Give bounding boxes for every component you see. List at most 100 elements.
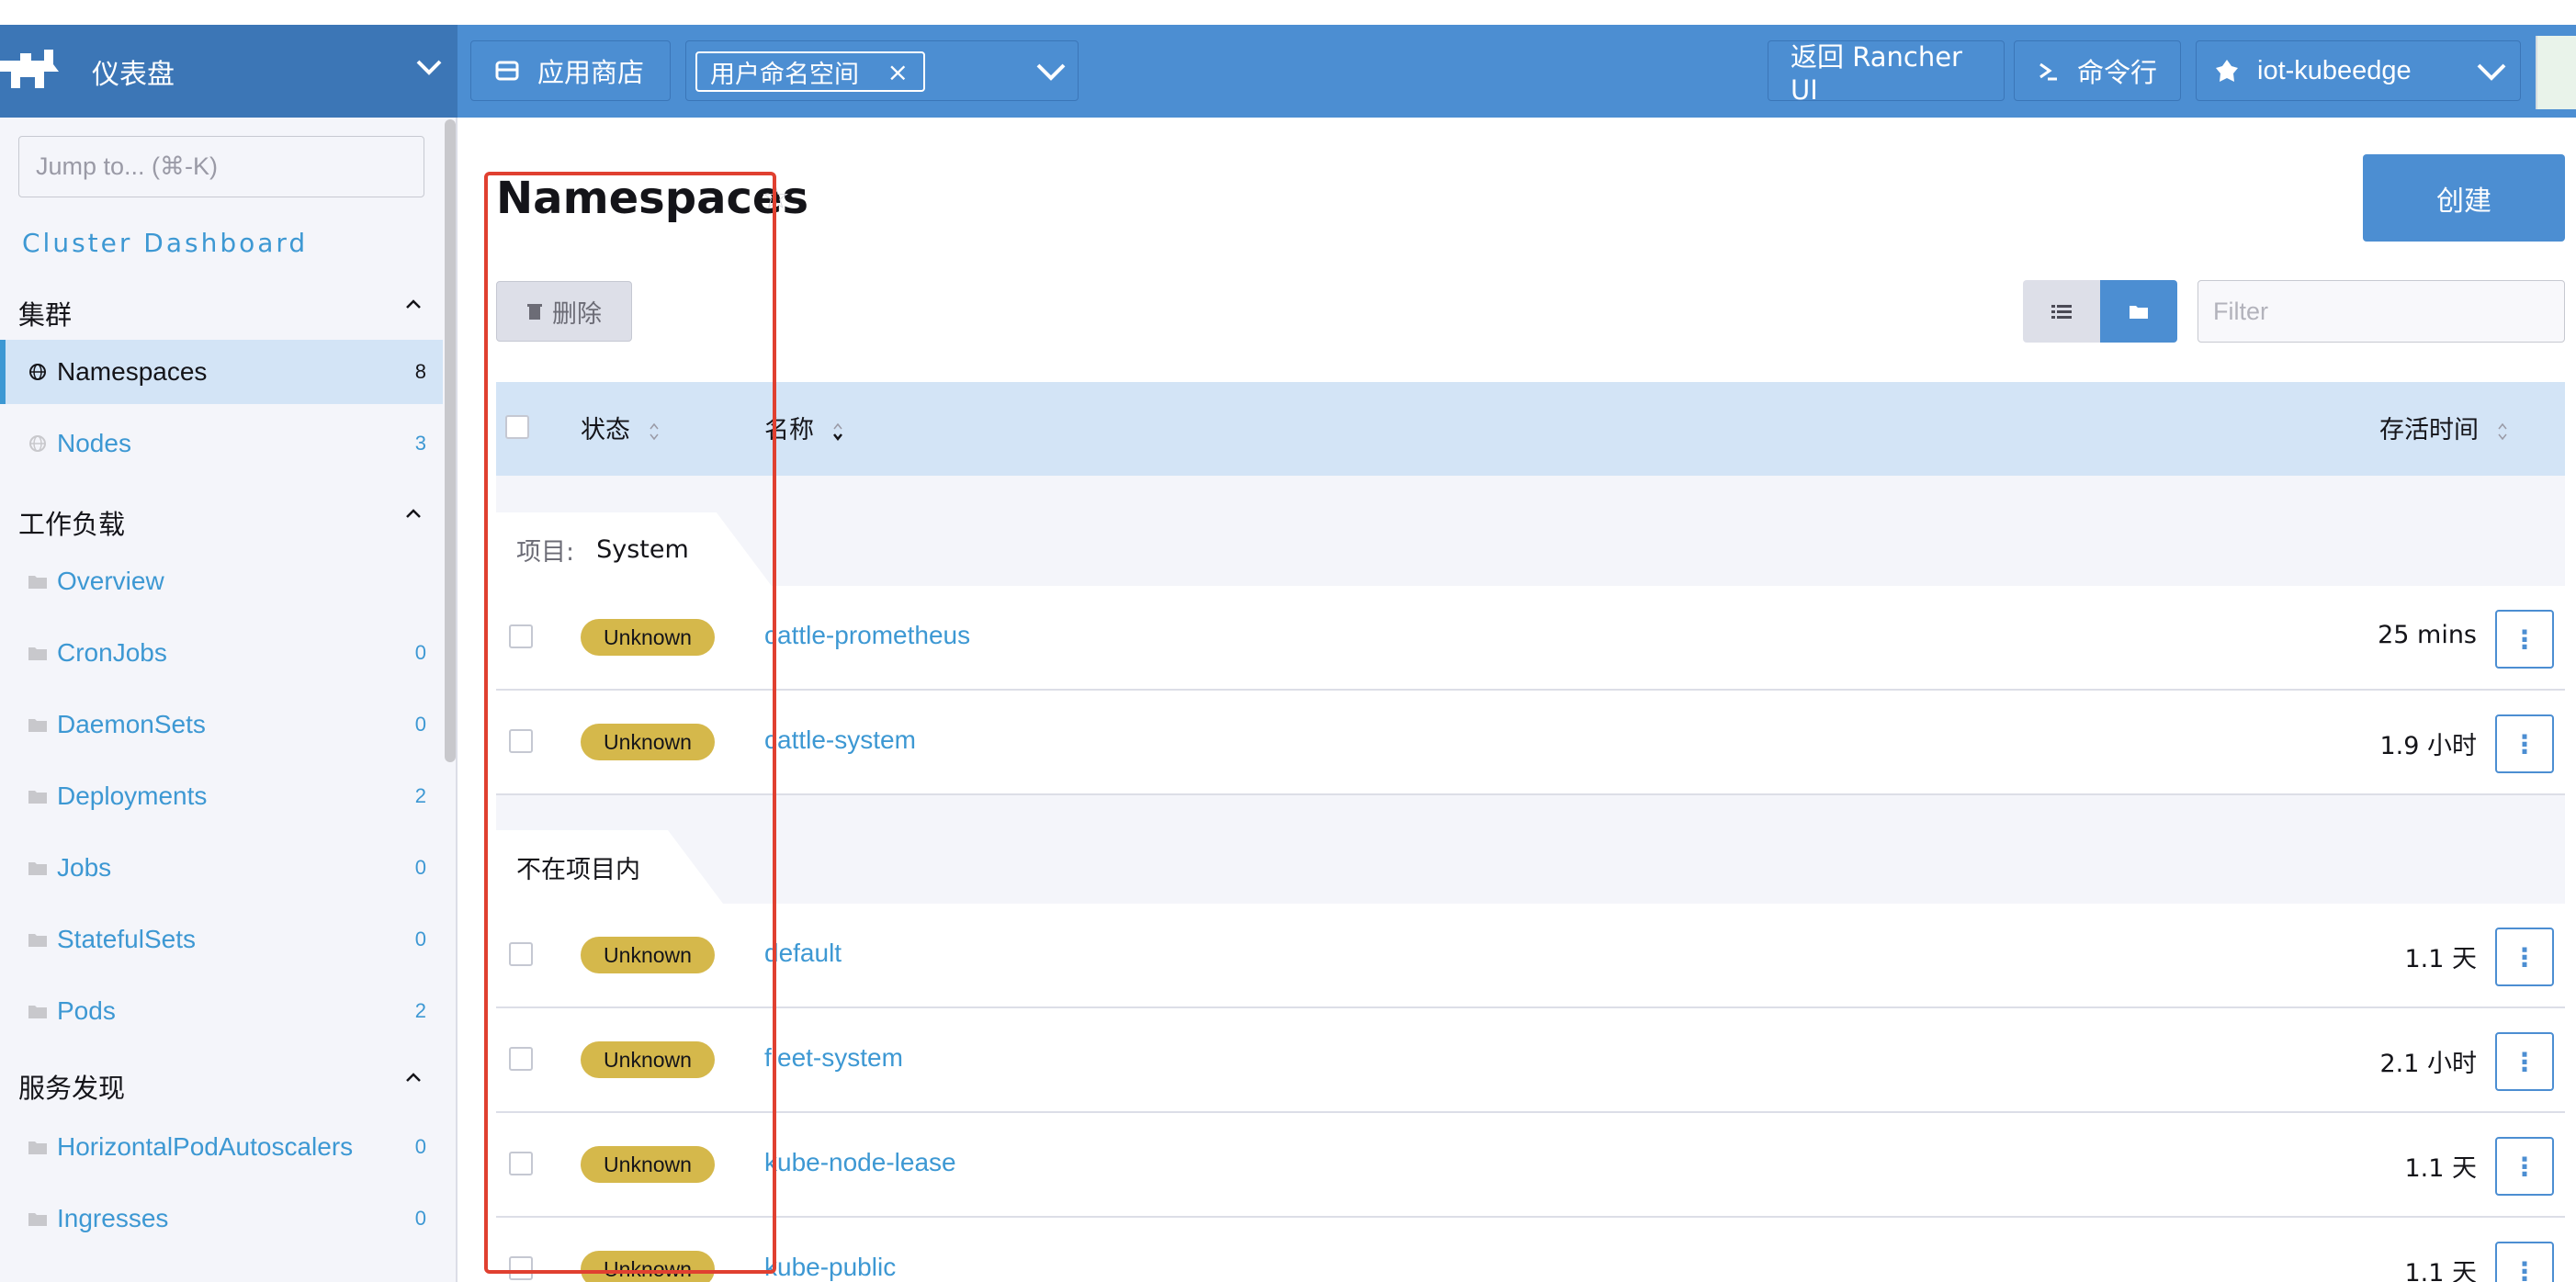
row-actions-button[interactable]: ⋮: [2495, 610, 2554, 669]
create-button[interactable]: 创建: [2363, 154, 2565, 242]
sidebar-item-count: 0: [414, 713, 426, 736]
nav-group-cluster[interactable]: 集群: [18, 294, 432, 332]
sidebar-item-label: CronJobs: [57, 638, 167, 667]
namespace-chip: 用户命名空间 ×: [695, 51, 925, 92]
delete-button[interactable]: 删除: [496, 281, 632, 342]
sidebar-item-ingresses[interactable]: Ingresses 0: [0, 1186, 443, 1251]
row-checkbox[interactable]: [509, 942, 533, 966]
row-actions-button[interactable]: ⋮: [2495, 714, 2554, 773]
back-to-rancher-label: 返回 Rancher UI: [1791, 41, 1962, 106]
namespace-name-link[interactable]: cattle-system: [764, 725, 916, 755]
table-row[interactable]: Unknown cattle-system 1.9 小时 ⋮: [496, 691, 2565, 795]
select-all-checkbox[interactable]: [505, 415, 529, 439]
kubectl-shell-button[interactable]: 命令行: [2014, 40, 2181, 101]
sort-icon: [2498, 422, 2507, 440]
sidebar-item-label: Pods: [57, 996, 116, 1025]
nav-group-label: 服务发现: [18, 1073, 126, 1104]
age-value: 1.1 天: [2404, 945, 2477, 973]
row-actions-button[interactable]: ⋮: [2495, 1137, 2554, 1196]
row-actions-button[interactable]: ⋮: [2495, 1242, 2554, 1282]
column-header-name[interactable]: 名称: [764, 410, 844, 445]
folder-icon: [28, 862, 47, 875]
sidebar-item-count: 2: [414, 784, 426, 807]
chevron-down-icon: [1036, 63, 1066, 81]
group-by-project-toggle[interactable]: [2100, 280, 2177, 343]
sidebar-item-nodes[interactable]: Nodes 3: [0, 411, 443, 476]
nav-group-workloads[interactable]: 工作负载: [18, 503, 432, 542]
folder-icon: [28, 1213, 47, 1226]
namespace-chip-label: 用户命名空间: [710, 60, 859, 89]
namespace-filter-select[interactable]: 用户命名空间 ×: [685, 40, 1079, 101]
row-checkbox[interactable]: [509, 1256, 533, 1280]
sidebar-item-overview[interactable]: Overview: [0, 549, 443, 613]
sidebar-item-pods[interactable]: Pods 2: [0, 979, 443, 1043]
project-group-name: 不在项目内: [516, 855, 640, 884]
column-header-age[interactable]: 存活时间: [2379, 410, 2509, 445]
sidebar-item-label: HorizontalPodAutoscalers: [57, 1132, 354, 1161]
jump-to-input[interactable]: Jump to... (⌘-K): [18, 136, 424, 197]
globe-icon: [29, 435, 46, 452]
sidebar-item-deployments[interactable]: Deployments 2: [0, 764, 443, 828]
chevron-down-icon: [416, 60, 442, 75]
table-row[interactable]: Unknown kube-public 1.1 天 ⋮: [496, 1218, 2565, 1282]
chip-close-icon[interactable]: ×: [887, 57, 909, 87]
cluster-dashboard-link[interactable]: Cluster Dashboard: [22, 228, 308, 258]
sidebar-item-label: Jobs: [57, 853, 112, 882]
cluster-switcher[interactable]: iot-kubeedge: [2196, 40, 2521, 101]
back-to-rancher-button[interactable]: 返回 Rancher UI: [1768, 40, 2005, 106]
age-value: 1.1 天: [2404, 1154, 2477, 1183]
table-row[interactable]: Unknown cattle-prometheus 25 mins ⋮: [496, 586, 2565, 691]
sidebar-item-cronjobs[interactable]: CronJobs 0: [0, 621, 443, 685]
filter-input[interactable]: Filter: [2198, 280, 2565, 343]
sidebar-item-jobs[interactable]: Jobs 0: [0, 836, 443, 900]
table-row[interactable]: Unknown fleet-system 2.1 小时 ⋮: [496, 1008, 2565, 1113]
user-avatar[interactable]: [2536, 36, 2576, 109]
status-badge: Unknown: [581, 1146, 715, 1183]
namespace-name-link[interactable]: kube-public: [764, 1253, 896, 1282]
brand-menu[interactable]: 仪表盘: [0, 25, 458, 118]
flat-list-toggle[interactable]: [2023, 280, 2100, 343]
sidebar-item-statefulsets[interactable]: StatefulSets 0: [0, 907, 443, 972]
sidebar-item-namespaces[interactable]: Namespaces 8: [0, 340, 443, 404]
table-row[interactable]: Unknown default 1.1 天 ⋮: [496, 904, 2565, 1008]
project-group-key: 项目:: [516, 537, 575, 567]
table-row[interactable]: Unknown kube-node-lease 1.1 天 ⋮: [496, 1113, 2565, 1218]
sidebar-item-daemonsets[interactable]: DaemonSets 0: [0, 692, 443, 757]
namespace-name-link[interactable]: kube-node-lease: [764, 1148, 956, 1177]
list-icon: [2051, 305, 2072, 319]
row-actions-button[interactable]: ⋮: [2495, 928, 2554, 986]
sidebar-item-label: Namespaces: [57, 357, 208, 386]
namespace-name-link[interactable]: default: [764, 939, 842, 968]
terminal-icon: [2039, 62, 2057, 81]
age-value: 2.1 小时: [2379, 1050, 2477, 1078]
nav-group-service-discovery[interactable]: 服务发现: [18, 1067, 432, 1106]
row-checkbox[interactable]: [509, 624, 533, 648]
folder-icon: [28, 934, 47, 947]
status-badge: Unknown: [581, 937, 715, 973]
row-checkbox[interactable]: [509, 1152, 533, 1175]
row-actions-button[interactable]: ⋮: [2495, 1032, 2554, 1091]
sidebar-item-label: Ingresses: [57, 1204, 169, 1232]
sidebar-item-count: 0: [414, 1135, 426, 1158]
kubectl-shell-label: 命令行: [2077, 57, 2158, 88]
row-checkbox[interactable]: [509, 1047, 533, 1071]
app-store-button[interactable]: 应用商店: [470, 40, 671, 101]
namespace-name-link[interactable]: fleet-system: [764, 1043, 903, 1073]
age-value: 25 mins: [2378, 621, 2477, 649]
store-icon: [495, 61, 519, 81]
sidebar-item-count: 8: [414, 360, 426, 383]
column-header-label: 状态: [581, 416, 630, 444]
table-header: 状态 名称 存活时间: [496, 382, 2565, 476]
view-mode-toggle: [2023, 280, 2177, 343]
row-checkbox[interactable]: [509, 729, 533, 753]
namespace-name-link[interactable]: cattle-prometheus: [764, 621, 970, 650]
sidebar-scrollbar[interactable]: [445, 119, 456, 762]
sidebar-item-hpa[interactable]: HorizontalPodAutoscalers 0: [0, 1115, 443, 1179]
sidebar-item-label: Deployments: [57, 782, 208, 810]
age-value: 1.1 天: [2404, 1259, 2477, 1282]
chevron-up-icon: [406, 299, 421, 309]
delete-label: 删除: [552, 299, 602, 329]
column-header-state[interactable]: 状态: [581, 410, 661, 445]
favorite-star-icon[interactable]: ☆: [761, 178, 790, 217]
folder-icon: [28, 791, 47, 804]
